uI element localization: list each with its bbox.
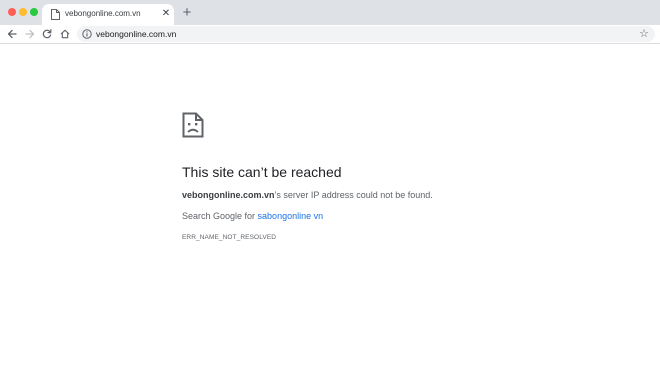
toolbar: vebongonline.com.vn ☆ — [0, 25, 660, 44]
tab-title: vebongonline.com.vn — [65, 9, 141, 18]
zoom-window-button[interactable] — [30, 8, 38, 16]
arrow-right-icon[interactable] — [23, 27, 37, 41]
error-suggestion: Search Google for sabongonline vn — [182, 210, 323, 222]
reload-icon[interactable] — [40, 27, 54, 41]
search-suggestion-link[interactable]: sabongonline vn — [258, 211, 324, 221]
minimize-window-button[interactable] — [19, 8, 27, 16]
close-window-button[interactable] — [8, 8, 16, 16]
url-text[interactable]: vebongonline.com.vn — [96, 28, 176, 40]
error-host: vebongonline.com.vn — [182, 190, 275, 200]
tab-active[interactable]: vebongonline.com.vn ✕ — [42, 4, 174, 25]
error-code: ERR_NAME_NOT_RESOLVED — [182, 234, 277, 241]
sad-document-icon — [182, 112, 204, 138]
suggestion-prefix: Search Google for — [182, 211, 258, 221]
page-icon — [51, 9, 60, 20]
error-description-text: ’s server IP address could not be found. — [274, 190, 433, 200]
home-icon[interactable] — [58, 27, 72, 41]
arrow-left-icon[interactable] — [5, 27, 19, 41]
address-bar[interactable]: vebongonline.com.vn ☆ — [77, 26, 655, 42]
error-description: vebongonline.com.vn’s server IP address … — [182, 189, 433, 201]
error-title: This site can’t be reached — [182, 164, 342, 180]
browser-window: vebongonline.com.vn ✕ + vebongonline.com… — [0, 0, 660, 385]
close-icon[interactable]: ✕ — [161, 9, 171, 19]
tab-strip: vebongonline.com.vn ✕ + — [0, 0, 660, 25]
info-icon[interactable] — [82, 29, 92, 39]
star-icon[interactable]: ☆ — [638, 27, 650, 41]
plus-icon[interactable]: + — [180, 5, 194, 20]
